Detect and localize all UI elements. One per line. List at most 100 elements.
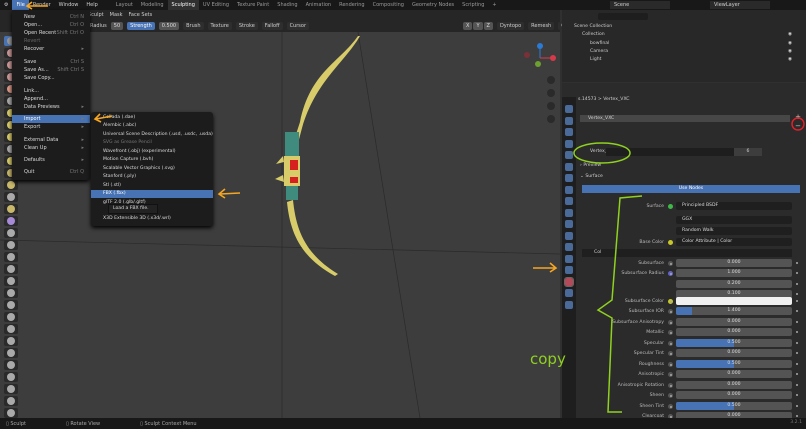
file-menu-clean-up[interactable]: Clean Up ▸	[12, 144, 90, 152]
use-nodes-button[interactable]: Use Nodes	[582, 185, 800, 193]
tab-scripting[interactable]: Scripting	[458, 0, 488, 10]
value-slider[interactable]: 0.500	[676, 360, 792, 368]
scene-field[interactable]: Scene	[610, 1, 670, 9]
import-motion-capture-bvh[interactable]: Motion Capture (.bvh)	[91, 156, 213, 164]
keyframe-dot-icon[interactable]	[796, 405, 798, 407]
socket-icon[interactable]	[668, 299, 673, 304]
value-slider[interactable]: 0.000	[676, 318, 792, 326]
properties-tab-icon[interactable]	[564, 276, 574, 287]
brush-dropdown[interactable]: Brush	[183, 22, 204, 30]
preview-panel-header[interactable]: › Preview	[580, 163, 601, 168]
keyframe-dot-icon[interactable]	[796, 342, 798, 344]
mode-menu-face-sets[interactable]: Face Sets	[129, 12, 153, 18]
menu-window[interactable]: Window	[55, 0, 83, 10]
keyframe-dot-icon[interactable]	[796, 293, 798, 295]
value-slider[interactable]: 0.500	[676, 402, 792, 410]
menu-file[interactable]: File	[12, 0, 29, 10]
sculpt-brush-tool[interactable]	[4, 372, 18, 382]
symmetry-x-toggle[interactable]: X	[463, 22, 473, 30]
import-svg-as-grease-pencil[interactable]: SVG as Grease Pencil	[91, 139, 213, 147]
value-slider[interactable]: 0.000	[676, 370, 792, 378]
material-slot-item[interactable]: Vertex_VXC	[580, 115, 790, 122]
file-menu-open[interactable]: Open... Ctrl O	[12, 21, 90, 29]
keyframe-dot-icon[interactable]	[796, 310, 798, 312]
keyframe-dot-icon[interactable]	[796, 300, 798, 302]
socket-icon[interactable]	[668, 261, 673, 266]
properties-tab-icon[interactable]	[565, 231, 573, 240]
properties-tab-icon[interactable]	[565, 197, 573, 205]
socket-icon[interactable]	[668, 393, 673, 398]
menu-render[interactable]: Render	[29, 0, 55, 10]
blender-logo-icon[interactable]: ⚙	[0, 0, 12, 10]
import-x3d-extensible-3d-x3d-wrl[interactable]: X3D Extensible 3D (.x3d/.wrl)	[91, 215, 213, 223]
sculpt-brush-tool[interactable]	[4, 300, 18, 310]
remesh-dropdown[interactable]: Remesh	[528, 22, 555, 30]
file-menu-defaults[interactable]: Defaults ▸	[12, 156, 90, 164]
visibility-eye-icon[interactable]: ◉	[788, 56, 792, 64]
tab-sculpting[interactable]: Sculpting	[167, 0, 199, 10]
import-collada-dae[interactable]: Collada (.dae)	[91, 114, 213, 122]
socket-icon[interactable]	[668, 240, 673, 245]
subsurface-method-dropdown-field[interactable]: Random Walk	[676, 227, 792, 235]
material-name-bg[interactable]	[606, 148, 734, 156]
outliner-item-scene-collection[interactable]: Scene Collection	[574, 23, 612, 31]
strength-label[interactable]: Strength	[127, 22, 155, 30]
file-menu-import[interactable]: Import ▸	[12, 115, 90, 123]
socket-icon[interactable]	[668, 309, 673, 314]
sculpt-brush-tool[interactable]	[4, 180, 18, 190]
properties-tab-icon[interactable]	[565, 289, 573, 297]
add-slot-button[interactable]: +	[794, 113, 802, 121]
view-layer-field[interactable]: ViewLayer	[710, 1, 770, 9]
import-alembic-abc[interactable]: Alembic (.abc)	[91, 122, 213, 130]
properties-tab-icon[interactable]	[565, 105, 573, 113]
file-menu-save-as[interactable]: Save As... Shift Ctrl S	[12, 66, 90, 74]
import-wavefront-obj-experimental[interactable]: Wavefront (.obj) (experimental)	[91, 148, 213, 156]
file-menu-revert[interactable]: Revert	[12, 37, 90, 45]
socket-icon[interactable]	[668, 320, 673, 325]
base-color-input-field[interactable]: Color Attribute | Color	[676, 238, 792, 246]
file-menu-quit[interactable]: Quit Ctrl Q	[12, 168, 90, 176]
value-slider[interactable]: 0.000	[676, 328, 792, 336]
keyframe-dot-icon[interactable]	[796, 363, 798, 365]
sculpt-brush-tool[interactable]	[4, 408, 18, 418]
value-slider[interactable]: 1.000	[676, 269, 792, 277]
file-menu-save-copy[interactable]: Save Copy...	[12, 74, 90, 82]
keyframe-dot-icon[interactable]	[796, 321, 798, 323]
keyframe-dot-icon[interactable]	[796, 262, 798, 264]
socket-icon[interactable]	[668, 204, 673, 209]
sculpt-brush-tool[interactable]	[4, 264, 18, 274]
file-menu-export[interactable]: Export ▸	[12, 123, 90, 131]
sculpt-brush-tool[interactable]	[4, 204, 18, 214]
properties-tab-icon[interactable]	[565, 162, 573, 171]
tab-shading[interactable]: Shading	[273, 0, 301, 10]
dyntopo-dropdown[interactable]: Dyntopo	[496, 22, 525, 30]
value-slider[interactable]: 0.000	[676, 349, 792, 357]
sculpt-brush-tool[interactable]	[4, 288, 18, 298]
outliner-item-collection[interactable]: Collection	[582, 31, 605, 39]
properties-tab-icon[interactable]	[565, 254, 573, 263]
symmetry-z-toggle[interactable]: Z	[483, 22, 493, 30]
import-scalable-vector-graphics-svg[interactable]: Scalable Vector Graphics (.svg)	[91, 165, 213, 173]
value-slider[interactable]: 0.000	[676, 381, 792, 389]
sculpt-brush-tool[interactable]	[4, 396, 18, 406]
import-universal-scene-description-usd-usdc-usda[interactable]: Universal Scene Description (.usd, .usdc…	[91, 131, 213, 139]
properties-tab-icon[interactable]	[565, 220, 573, 228]
value-slider[interactable]: 0.500	[676, 339, 792, 347]
file-menu-recover[interactable]: Recover ▸	[12, 45, 90, 53]
sculpt-brush-tool[interactable]	[4, 348, 18, 358]
file-menu-link[interactable]: Link...	[12, 87, 90, 95]
properties-tab-icon[interactable]	[565, 243, 573, 251]
keyframe-dot-icon[interactable]	[796, 394, 798, 396]
sculpt-brush-tool[interactable]	[4, 336, 18, 346]
sculpt-brush-tool[interactable]	[4, 252, 18, 262]
radius-field[interactable]: 50 px	[110, 22, 124, 37]
file-menu-append[interactable]: Append...	[12, 95, 90, 103]
mode-menu-sculpt[interactable]: Sculpt	[88, 12, 104, 18]
surface-shader-field[interactable]: Principled BSDF	[676, 202, 792, 210]
visibility-eye-icon[interactable]: ◉	[788, 40, 792, 48]
sculpt-brush-tool[interactable]	[4, 384, 18, 394]
sculpt-brush-tool[interactable]	[4, 276, 18, 286]
socket-icon[interactable]	[668, 372, 673, 377]
sculpt-brush-tool[interactable]	[4, 324, 18, 334]
outliner-item-camera[interactable]: Camera	[590, 48, 608, 56]
